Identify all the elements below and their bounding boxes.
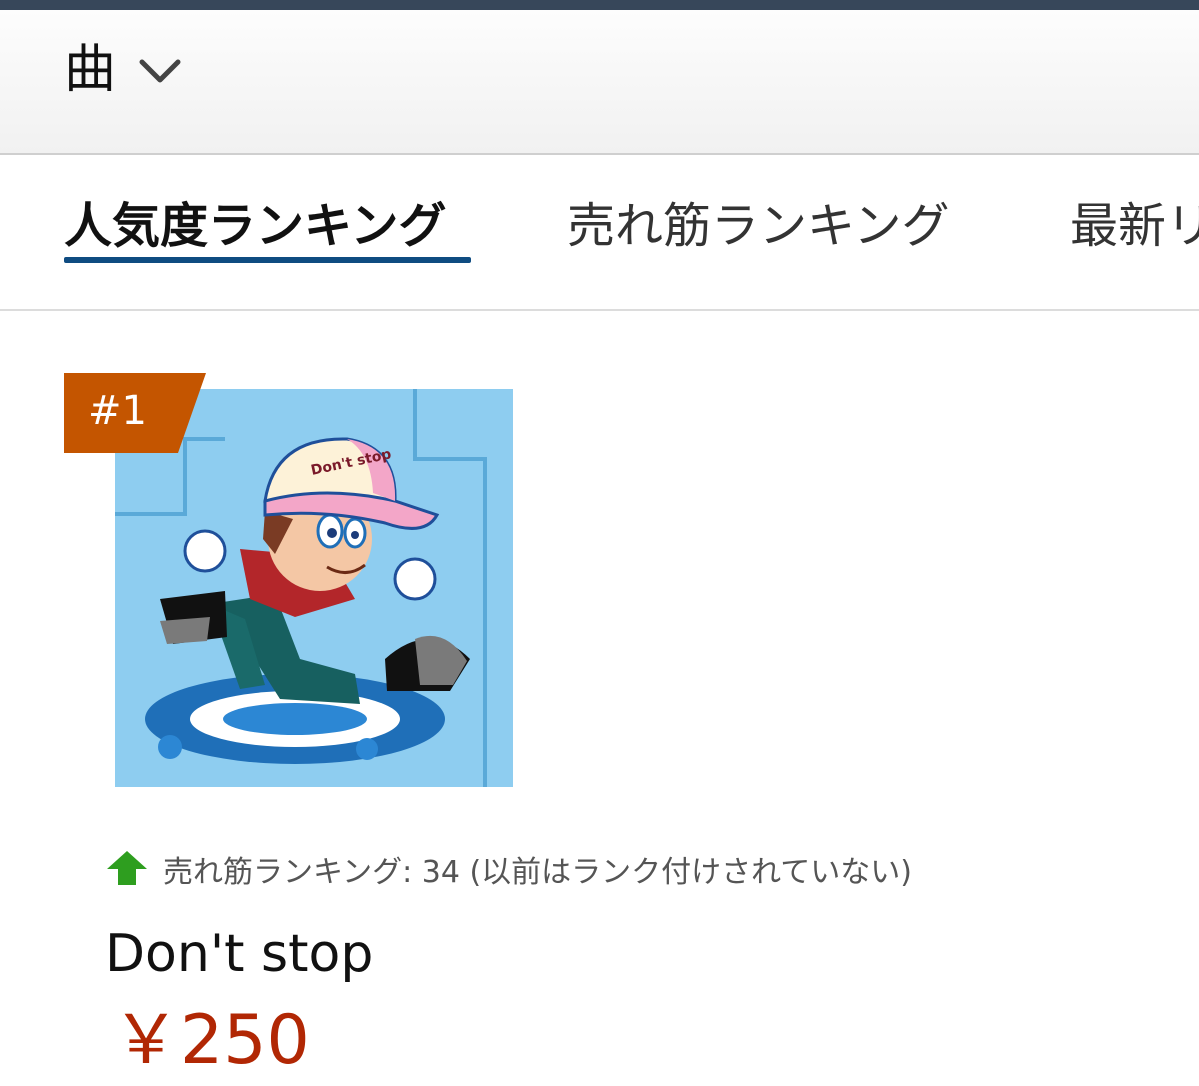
rank-number: #1 [88,388,147,434]
category-label[interactable]: 曲 [64,40,116,100]
ranking-item[interactable]: Don't stop #1 売れ筋ランキング: 34 (以前はランク付けされてい… [0,311,1199,1086]
tab-popularity-ranking[interactable]: 人気度ランキング [64,195,447,257]
active-tab-underline [64,257,471,263]
sales-rank-info: 売れ筋ランキング: 34 (以前はランク付けされていない) [163,855,912,890]
chevron-down-icon[interactable] [138,56,182,86]
tab-bestseller-ranking[interactable]: 売れ筋ランキング [567,195,950,257]
product-price: ￥250 [112,1001,310,1080]
tab-new-releases[interactable]: 最新リ [1070,195,1199,257]
category-header[interactable]: 曲 [0,10,1199,155]
product-title[interactable]: Don't stop [105,919,373,989]
arrow-up-icon [107,851,147,885]
top-bar [0,0,1199,10]
ranking-tabs: 人気度ランキング 売れ筋ランキング 最新リ [0,155,1199,311]
